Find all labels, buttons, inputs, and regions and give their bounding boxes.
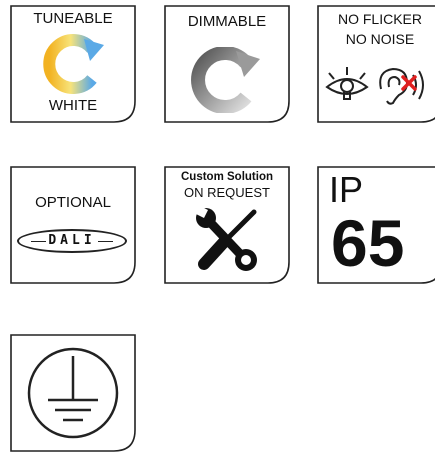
ip-label: IP: [329, 169, 364, 210]
custom-solution-label: Custom Solution: [181, 171, 273, 183]
custom-solution-tile: Custom Solution ON REQUEST: [164, 166, 290, 284]
dimmable-refresh-icon: [191, 47, 260, 113]
dimmable-label: DIMMABLE: [187, 13, 267, 30]
protective-earth-tile: [10, 334, 136, 452]
protective-earth-icon: [27, 347, 119, 439]
tuneable-label: TUNEABLE: [33, 10, 113, 27]
on-request-label: ON REQUEST: [184, 185, 270, 200]
no-noise-label: NO NOISE: [345, 31, 415, 47]
optional-label: OPTIONAL: [35, 194, 111, 211]
eye-and-muted-ear-icon: [325, 67, 424, 105]
ip-rating: 65: [331, 206, 405, 280]
white-label: WHITE: [48, 97, 98, 114]
tuneable-white-refresh-icon: [43, 34, 104, 94]
dimmable-tile: DIMMABLE: [164, 5, 290, 123]
dali-badge: DALI: [17, 229, 127, 253]
no-flicker-tile: NO FLICKER NO NOISE: [317, 5, 435, 123]
no-flicker-label: NO FLICKER: [337, 11, 422, 27]
dali-text: DALI: [46, 233, 98, 248]
tuneable-white-tile: TUNEABLE WHITE: [10, 5, 136, 123]
tile-frame: [10, 166, 136, 284]
wrench-screwdriver-icon: [196, 206, 257, 271]
ip65-tile: IP 65: [317, 166, 435, 284]
optional-dali-tile: OPTIONAL DALI: [10, 166, 136, 284]
